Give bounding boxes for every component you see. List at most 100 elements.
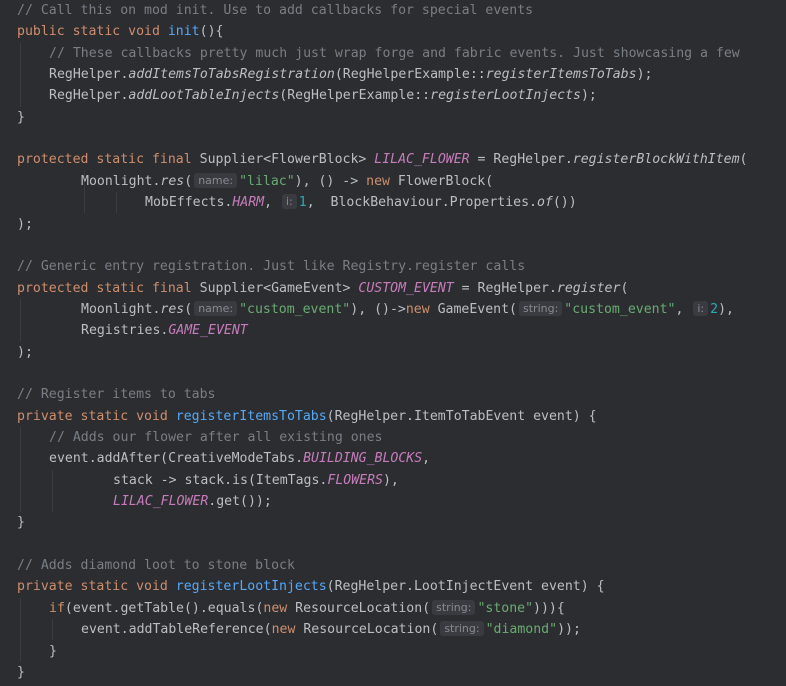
code-token: // Generic entry registration. Just like… <box>17 259 526 275</box>
code-token: "diamond" <box>485 622 558 638</box>
code-token: ); <box>17 344 33 360</box>
code-line[interactable]: MobEffects.HARM, i: 1, BlockBehaviour.Pro… <box>145 192 577 213</box>
code-token: of <box>536 195 553 211</box>
code-token: } <box>17 109 25 125</box>
code-token: init <box>167 24 200 40</box>
indent-guide <box>20 597 21 662</box>
code-line[interactable]: ); <box>17 342 33 363</box>
code-token: (RegHelperExample:: <box>334 67 486 83</box>
code-token: "lilac" <box>239 173 295 189</box>
code-token: RegHelper. <box>49 67 129 83</box>
code-line[interactable]: } <box>17 662 25 683</box>
code-token: "custom_event" <box>564 301 676 317</box>
code-line[interactable]: // Register items to tabs <box>17 384 216 405</box>
code-token: stack -> stack.is(ItemTags. <box>113 472 328 488</box>
code-token: // These callbacks pretty much just wrap… <box>49 45 740 61</box>
code-line[interactable]: private static void registerItemsToTabs(… <box>17 406 597 427</box>
code-token: res <box>160 301 185 317</box>
code-line[interactable]: } <box>17 512 25 533</box>
code-token: ( <box>184 301 193 317</box>
code-line[interactable]: if(event.getTable().equals(new ResourceL… <box>49 598 565 619</box>
code-token: RegHelper. <box>49 88 129 104</box>
code-token: new <box>263 600 296 616</box>
code-token: (RegHelper.ItemToTabEvent event) { <box>326 408 597 424</box>
code-token: new <box>366 173 398 189</box>
indent-guide <box>20 42 21 107</box>
code-line[interactable]: RegHelper.addLootTableInjects(RegHelperE… <box>49 85 597 106</box>
code-token: public static void <box>17 24 168 40</box>
code-line[interactable]: // Adds our flower after all existing on… <box>49 427 382 448</box>
code-line[interactable]: RegHelper.addItemsToTabsRegistration(Reg… <box>49 64 652 85</box>
code-line[interactable]: private static void registerLootInjects(… <box>17 576 605 597</box>
code-editor[interactable]: // Call this on mod init. Use to add cal… <box>0 0 786 686</box>
code-token: , <box>422 451 431 467</box>
code-token: "stone" <box>477 600 534 616</box>
code-token: protected static final <box>17 280 200 296</box>
code-token: ), () -> <box>294 173 367 189</box>
code-token: LILAC_FLOWER <box>374 152 470 168</box>
code-token: , <box>264 195 280 211</box>
code-token: CUSTOM_EVENT <box>358 280 454 296</box>
code-token: event.addTableReference( <box>81 622 272 638</box>
code-line[interactable]: Registries.GAME_EVENT <box>81 320 248 341</box>
indent-guide <box>20 427 21 513</box>
code-token: )); <box>557 622 581 638</box>
code-token: ), <box>718 301 734 317</box>
code-token: ))){ <box>533 600 565 616</box>
code-token: // Register items to tabs <box>17 387 216 403</box>
code-token: (RegHelper.LootInjectEvent event) { <box>326 579 605 595</box>
code-line[interactable]: // Adds diamond loot to stone block <box>17 555 295 576</box>
code-line[interactable]: protected static final Supplier<GameEven… <box>17 278 628 299</box>
code-token: (event.getTable().equals( <box>64 600 264 616</box>
code-line[interactable]: // Generic entry registration. Just like… <box>17 256 525 277</box>
indent-guide <box>52 469 53 513</box>
code-token: addLootTableInjects <box>128 88 280 104</box>
code-token: register <box>556 280 621 296</box>
code-token: ), ()-> <box>350 301 406 317</box>
code-token: (){ <box>199 24 224 40</box>
code-token: new <box>271 622 304 638</box>
code-line[interactable]: } <box>17 107 25 128</box>
code-line[interactable]: stack -> stack.is(ItemTags.FLOWERS), <box>113 470 399 491</box>
code-token: new <box>405 301 438 317</box>
code-token: 2 <box>710 301 719 317</box>
code-token: FlowerBlock( <box>397 173 494 189</box>
code-token: addItemsToTabsRegistration <box>128 67 335 83</box>
code-line[interactable]: public static void init(){ <box>17 21 223 42</box>
code-token: res <box>160 173 185 189</box>
code-token: private static void <box>17 579 176 595</box>
code-token: , <box>675 301 692 317</box>
code-token: ); <box>580 88 597 104</box>
code-token: Supplier<FlowerBlock> <box>199 152 375 168</box>
code-line[interactable]: Moonlight.res(name: "custom_event"), ()->… <box>81 299 734 320</box>
code-line[interactable]: // These callbacks pretty much just wrap… <box>49 43 740 64</box>
code-token: private static void <box>17 408 176 424</box>
code-token: , BlockBehaviour.Properties. <box>306 195 537 211</box>
code-line[interactable]: Moonlight.res(name: "lilac"), () -> new F… <box>81 171 493 192</box>
indent-guide <box>20 298 21 342</box>
code-token: ResourceLocation( <box>303 622 439 638</box>
code-token: Registries. <box>81 323 169 339</box>
code-token: BUILDING_BLOCKS <box>303 451 423 467</box>
code-token: ); <box>17 216 33 232</box>
parameter-hint: string: <box>432 599 476 615</box>
code-line[interactable]: event.addAfter(CreativeModeTabs.BUILDING… <box>49 448 430 469</box>
code-token: if <box>49 600 65 616</box>
code-token: GameEvent( <box>437 301 517 317</box>
code-token: HARM <box>232 195 265 211</box>
code-line[interactable]: protected static final Supplier<FlowerBl… <box>17 149 747 170</box>
code-token: FLOWERS <box>327 472 383 488</box>
parameter-hint: string: <box>440 621 484 637</box>
code-line[interactable]: } <box>49 641 57 662</box>
code-line[interactable]: LILAC_FLOWER.get()); <box>113 491 272 512</box>
code-token: registerBlockWithItem <box>572 152 740 168</box>
indent-guide <box>52 619 53 641</box>
code-token: ( <box>620 280 629 296</box>
code-line[interactable]: // Call this on mod init. Use to add cal… <box>17 0 533 21</box>
code-token: ( <box>184 173 193 189</box>
code-token: ResourceLocation( <box>295 600 431 616</box>
code-token: ( <box>739 152 748 168</box>
parameter-hint: name: <box>194 172 238 188</box>
code-line[interactable]: event.addTableReference(new ResourceLoca… <box>81 619 581 640</box>
code-line[interactable]: ); <box>17 214 33 235</box>
